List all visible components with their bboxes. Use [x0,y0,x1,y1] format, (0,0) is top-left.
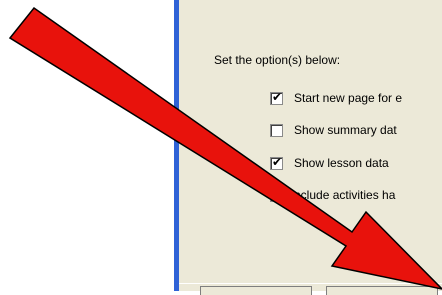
red-arrow-icon [8,6,442,290]
